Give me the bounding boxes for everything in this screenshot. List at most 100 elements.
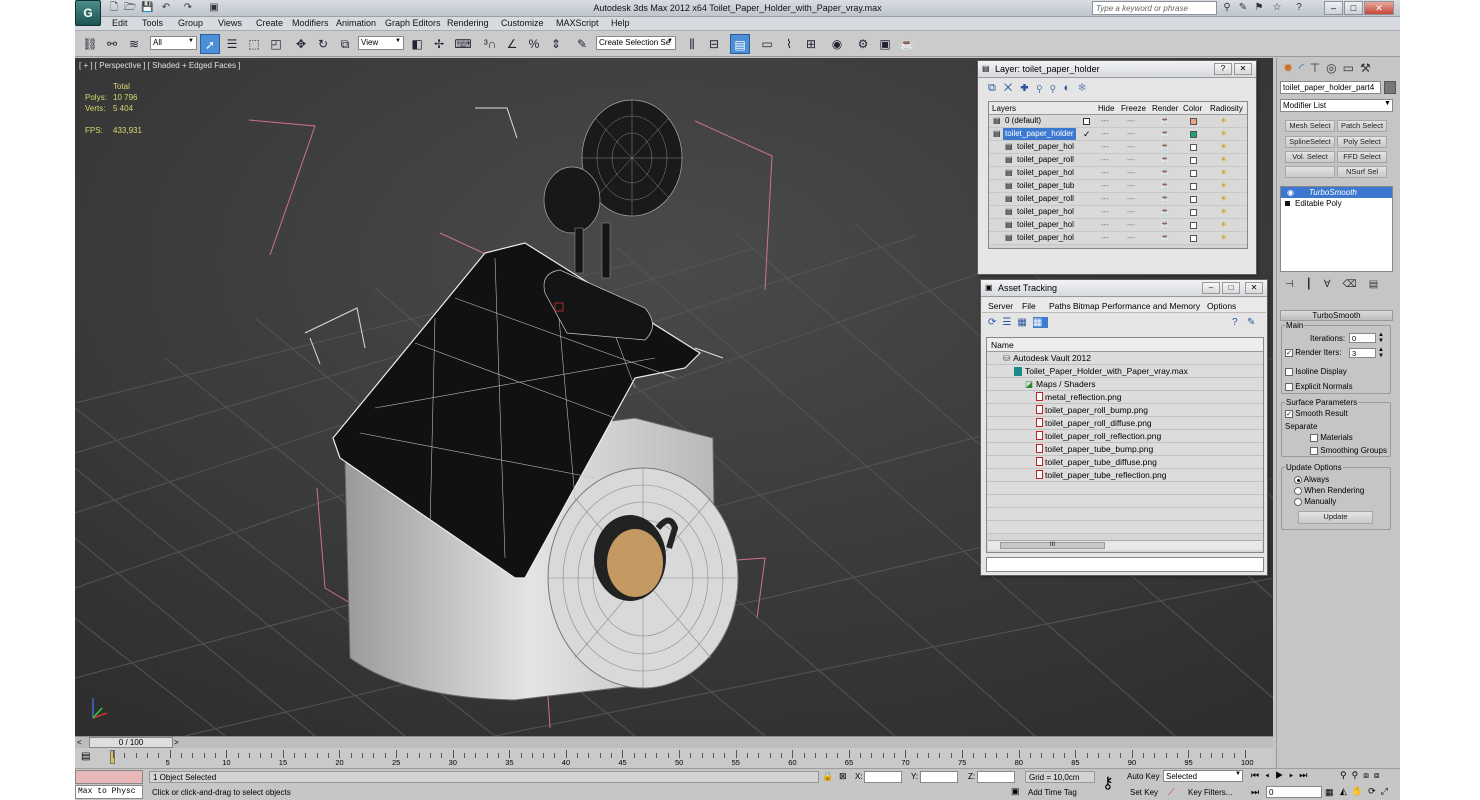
render-iters-spinner-arrows[interactable]: ▲ ▼: [1378, 347, 1384, 359]
select-and-link-icon[interactable]: ⛓: [80, 34, 100, 54]
current-frame-field[interactable]: 0: [1266, 786, 1322, 798]
hide-toggle[interactable]: ---: [1101, 219, 1109, 231]
key-mode-dropdown[interactable]: Selected: [1163, 770, 1243, 782]
go-to-end-icon[interactable]: ⏭: [1299, 770, 1313, 780]
asset-row[interactable]: ⛁ Autodesk Vault 2012: [987, 352, 1263, 365]
render-teapot-icon[interactable]: ☕: [1160, 167, 1170, 179]
select-manipulate-icon[interactable]: ✢: [429, 34, 449, 54]
app-logo-icon[interactable]: G: [75, 0, 101, 26]
layer-color-swatch[interactable]: [1190, 222, 1197, 229]
asset-row[interactable]: toilet_paper_tube_diffuse.png: [987, 456, 1263, 469]
when-rendering-radio[interactable]: [1294, 486, 1302, 495]
nsurf-select-button[interactable]: NSurf Sel: [1337, 166, 1387, 178]
freeze-toggle[interactable]: ---: [1127, 206, 1135, 218]
menu-maxscript[interactable]: MAXScript: [556, 18, 599, 28]
layer-name[interactable]: toilet_paper_hol: [1015, 206, 1076, 218]
table-view-icon[interactable]: ▦: [1032, 317, 1049, 328]
z-coordinate-field[interactable]: [977, 771, 1015, 783]
menu-tools[interactable]: Tools: [142, 18, 163, 28]
layer-manager-icon[interactable]: ▤: [730, 34, 750, 54]
hide-toggle[interactable]: ---: [1101, 115, 1109, 127]
smooth-result-checkbox[interactable]: ✓: [1285, 409, 1293, 418]
lightbulb-icon[interactable]: ◉: [1287, 187, 1294, 198]
named-selection-set-dropdown[interactable]: Create Selection Se: [596, 36, 676, 50]
menu-animation[interactable]: Animation: [336, 18, 376, 28]
layer-name[interactable]: toilet_paper_holder: [1003, 128, 1076, 140]
menu-create[interactable]: Create: [256, 18, 283, 28]
remove-modifier-icon[interactable]: ⌫: [1343, 279, 1369, 290]
render-teapot-icon[interactable]: ☕: [1160, 154, 1170, 166]
help-icon[interactable]: ?: [1293, 2, 1305, 14]
asset-col-name[interactable]: Name: [987, 338, 1263, 352]
layer-name[interactable]: toilet_paper_hol: [1015, 232, 1076, 244]
radiosity-icon[interactable]: ☀: [1220, 219, 1227, 231]
mesh-select-button[interactable]: Mesh Select: [1285, 120, 1335, 132]
layer-name[interactable]: toilet_paper_hol: [1015, 219, 1076, 231]
pan-icon[interactable]: ✋: [1352, 786, 1368, 796]
key-mode-toggle-icon[interactable]: ⏭: [1251, 787, 1259, 798]
snaps-toggle-icon[interactable]: ³∩: [480, 34, 500, 54]
time-tag-icon[interactable]: ▣: [1011, 786, 1020, 797]
asset-menu-options[interactable]: Options: [1207, 301, 1236, 311]
hide-toggle[interactable]: ---: [1101, 141, 1109, 153]
play-icon[interactable]: ▶: [1275, 770, 1289, 780]
always-radio[interactable]: [1294, 475, 1302, 484]
next-frame-icon[interactable]: ▸: [1289, 770, 1299, 780]
material-editor-icon[interactable]: ◉: [827, 34, 847, 54]
create-tab-icon[interactable]: ✸: [1283, 61, 1299, 75]
menu-graph-editors[interactable]: Graph Editors: [385, 18, 441, 28]
motion-tab-icon[interactable]: ◎: [1326, 61, 1342, 75]
select-and-rotate-icon[interactable]: ↻: [313, 34, 333, 54]
poly-select-button[interactable]: Poly Select: [1337, 136, 1387, 148]
freeze-toggle[interactable]: ---: [1127, 219, 1135, 231]
align-icon[interactable]: ⊟: [704, 34, 724, 54]
layer-color-swatch[interactable]: [1190, 118, 1197, 125]
binoculars-icon[interactable]: ⚲: [1221, 2, 1233, 14]
asset-pin-icon[interactable]: ✎: [1247, 317, 1255, 328]
window-crossing-icon[interactable]: ◰: [266, 34, 286, 54]
favorites-star-icon[interactable]: ☆: [1271, 2, 1283, 14]
render-production-icon[interactable]: ☕: [897, 34, 917, 54]
select-and-scale-icon[interactable]: ⧉: [335, 34, 355, 54]
rectangular-selection-icon[interactable]: ⬚: [244, 34, 264, 54]
layer-color-swatch[interactable]: [1190, 209, 1197, 216]
expand-icon[interactable]: [1285, 201, 1290, 206]
menu-customize[interactable]: Customize: [501, 18, 544, 28]
make-unique-icon[interactable]: ∀: [1324, 279, 1343, 290]
time-configuration-icon[interactable]: ▦: [1325, 787, 1334, 798]
layer-color-swatch[interactable]: [1190, 235, 1197, 242]
select-by-name-icon[interactable]: ☰: [222, 34, 242, 54]
render-iters-checkbox[interactable]: ✓: [1285, 348, 1293, 357]
delete-layer-icon[interactable]: ✕: [1004, 82, 1020, 94]
layer-row[interactable]: ▤ toilet_paper_hol --- --- ☕ ☀: [989, 206, 1247, 219]
layer-name[interactable]: toilet_paper_tub: [1015, 180, 1076, 192]
iterations-spinner[interactable]: 0: [1349, 333, 1376, 343]
asset-row[interactable]: Toilet_Paper_Holder_with_Paper_vray.max: [987, 365, 1263, 378]
materials-checkbox[interactable]: [1310, 433, 1318, 442]
angle-snap-icon[interactable]: ∠: [502, 34, 522, 54]
time-slider[interactable]: < 0 / 100 >: [75, 736, 1273, 748]
edit-named-selection-icon[interactable]: ✎: [572, 34, 592, 54]
select-and-move-icon[interactable]: ✥: [291, 34, 311, 54]
previous-frame-icon[interactable]: ◂: [1265, 770, 1275, 780]
layer-dialog-help-button[interactable]: ?: [1214, 63, 1232, 75]
asset-hscroll[interactable]: III: [988, 540, 1262, 550]
layer-row[interactable]: ▤ toilet_paper_hol --- --- ☕ ☀: [989, 232, 1247, 245]
menu-edit[interactable]: Edit: [112, 18, 128, 28]
radiosity-icon[interactable]: ☀: [1220, 115, 1227, 127]
freeze-toggle[interactable]: ---: [1127, 115, 1135, 127]
menu-views[interactable]: Views: [218, 18, 242, 28]
zoom-icon[interactable]: ⚲: [1340, 770, 1352, 780]
maximize-viewport-icon[interactable]: ⤢: [1381, 786, 1393, 796]
layer-color-swatch[interactable]: [1190, 144, 1197, 151]
zoom-extents-all-icon[interactable]: ⧈: [1374, 770, 1385, 780]
bind-space-warp-icon[interactable]: ≋: [124, 34, 144, 54]
add-time-tag-button[interactable]: Add Time Tag: [1025, 787, 1095, 799]
menu-modifiers[interactable]: Modifiers: [292, 18, 329, 28]
layer-dialog[interactable]: Layer: toilet_paper_holder ▤ ? ✕ ⧉✕✚⚲⚲◐❄…: [977, 60, 1257, 275]
pivot-center-icon[interactable]: ◧: [407, 34, 427, 54]
col-radiosity[interactable]: Radiosity: [1210, 104, 1243, 113]
freeze-toggle[interactable]: ---: [1127, 232, 1135, 244]
col-hide[interactable]: Hide: [1098, 104, 1114, 113]
freeze-toggle[interactable]: ---: [1127, 193, 1135, 205]
